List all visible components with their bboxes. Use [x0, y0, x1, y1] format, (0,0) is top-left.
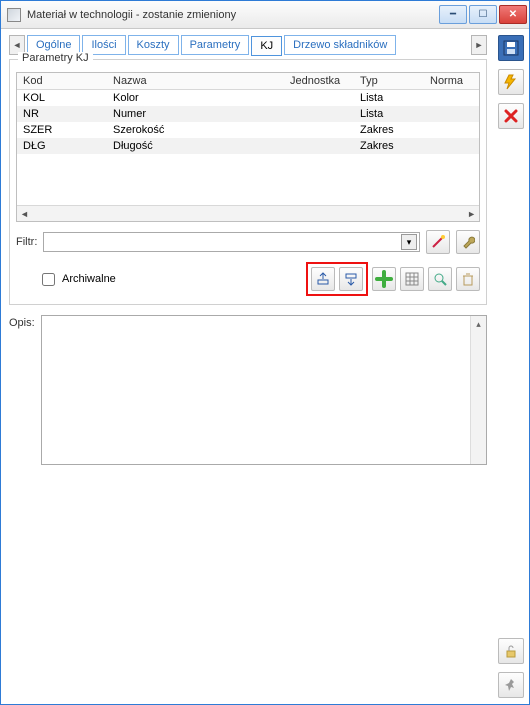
lock-icon: [504, 644, 518, 658]
tab-koszty[interactable]: Koszty: [128, 35, 179, 55]
app-window: Materiał w technologii - zostanie zmieni…: [0, 0, 530, 705]
filter-settings-button[interactable]: [456, 230, 480, 254]
filter-label: Filtr:: [16, 236, 37, 248]
highlighted-buttons: [306, 262, 368, 296]
save-button[interactable]: [498, 35, 524, 61]
table-row[interactable]: NRNumer Lista: [17, 106, 479, 122]
col-nazwa[interactable]: Nazwa: [107, 73, 284, 90]
wrench-icon: [461, 235, 475, 249]
delete-button[interactable]: [456, 267, 480, 291]
table-h-scrollbar[interactable]: ◄►: [17, 205, 479, 221]
cell-kod: KOL: [17, 90, 107, 107]
cell-norma: [424, 90, 479, 107]
archive-label: Archiwalne: [62, 273, 116, 285]
pin-icon: [504, 678, 518, 692]
import-icon: [316, 272, 330, 286]
cell-typ: Zakres: [354, 138, 424, 154]
col-norma[interactable]: Norma: [424, 73, 479, 90]
table-row[interactable]: KOLKolor Lista: [17, 90, 479, 107]
add-icon: [375, 270, 393, 288]
filter-wand-button[interactable]: [426, 230, 450, 254]
filter-combo[interactable]: ▾: [43, 232, 420, 252]
pin-button[interactable]: [498, 672, 524, 698]
tab-kj[interactable]: KJ: [251, 36, 282, 56]
cell-typ: Lista: [354, 90, 424, 107]
cell-norma: [424, 122, 479, 138]
maximize-button[interactable]: ☐: [469, 5, 497, 24]
tab-scroll-right[interactable]: ►: [471, 35, 487, 55]
window-title: Materiał w technologii - zostanie zmieni…: [27, 9, 439, 21]
close-icon: [504, 109, 518, 123]
table-row[interactable]: SZERSzerokość Zakres: [17, 122, 479, 138]
save-icon: [503, 40, 519, 56]
cancel-button[interactable]: [498, 103, 524, 129]
cell-kod: SZER: [17, 122, 107, 138]
table-row[interactable]: DŁGDługość Zakres: [17, 138, 479, 154]
titlebar: Materiał w technologii - zostanie zmieni…: [1, 1, 529, 29]
cell-typ: Lista: [354, 106, 424, 122]
flash-icon: [503, 74, 519, 90]
cell-norma: [424, 106, 479, 122]
cell-jednostka: [284, 122, 354, 138]
trash-icon: [461, 272, 475, 286]
export-icon: [344, 272, 358, 286]
params-table[interactable]: Kod Nazwa Jednostka Typ Norma KOLKolor Li…: [17, 73, 479, 154]
opis-v-scrollbar[interactable]: ▴: [470, 316, 486, 464]
groupbox-parametry-kj: Parametry KJ Kod Nazwa Jednostka Typ Nor…: [9, 59, 487, 305]
cell-jednostka: [284, 138, 354, 154]
archive-checkbox[interactable]: [42, 273, 55, 286]
table-header-row: Kod Nazwa Jednostka Typ Norma: [17, 73, 479, 90]
opis-label: Opis:: [9, 315, 35, 465]
grid-button[interactable]: [400, 267, 424, 291]
col-kod[interactable]: Kod: [17, 73, 107, 90]
cell-jednostka: [284, 106, 354, 122]
cell-nazwa: Szerokość: [107, 122, 284, 138]
cell-nazwa: Kolor: [107, 90, 284, 107]
cell-norma: [424, 138, 479, 154]
col-typ[interactable]: Typ: [354, 73, 424, 90]
cell-nazwa: Długość: [107, 138, 284, 154]
close-button[interactable]: ✕: [499, 5, 527, 24]
lock-button[interactable]: [498, 638, 524, 664]
add-button[interactable]: [372, 267, 396, 291]
params-table-wrap: Kod Nazwa Jednostka Typ Norma KOLKolor Li…: [16, 72, 480, 222]
zoom-button[interactable]: [428, 267, 452, 291]
chevron-down-icon[interactable]: ▾: [401, 234, 417, 250]
cell-jednostka: [284, 90, 354, 107]
cell-nazwa: Numer: [107, 106, 284, 122]
export-button[interactable]: [339, 267, 363, 291]
wand-icon: [431, 235, 445, 249]
import-button[interactable]: [311, 267, 335, 291]
grid-icon: [405, 272, 419, 286]
cell-kod: NR: [17, 106, 107, 122]
cell-typ: Zakres: [354, 122, 424, 138]
groupbox-title: Parametry KJ: [18, 52, 93, 64]
col-jednostka[interactable]: Jednostka: [284, 73, 354, 90]
tab-parametry[interactable]: Parametry: [181, 35, 250, 55]
zoom-icon: [433, 272, 447, 286]
minimize-button[interactable]: ━: [439, 5, 467, 24]
flash-button[interactable]: [498, 69, 524, 95]
opis-textarea[interactable]: ▴: [41, 315, 487, 465]
cell-kod: DŁG: [17, 138, 107, 154]
app-icon: [7, 8, 21, 22]
tab-drzewo[interactable]: Drzewo składników: [284, 35, 396, 55]
